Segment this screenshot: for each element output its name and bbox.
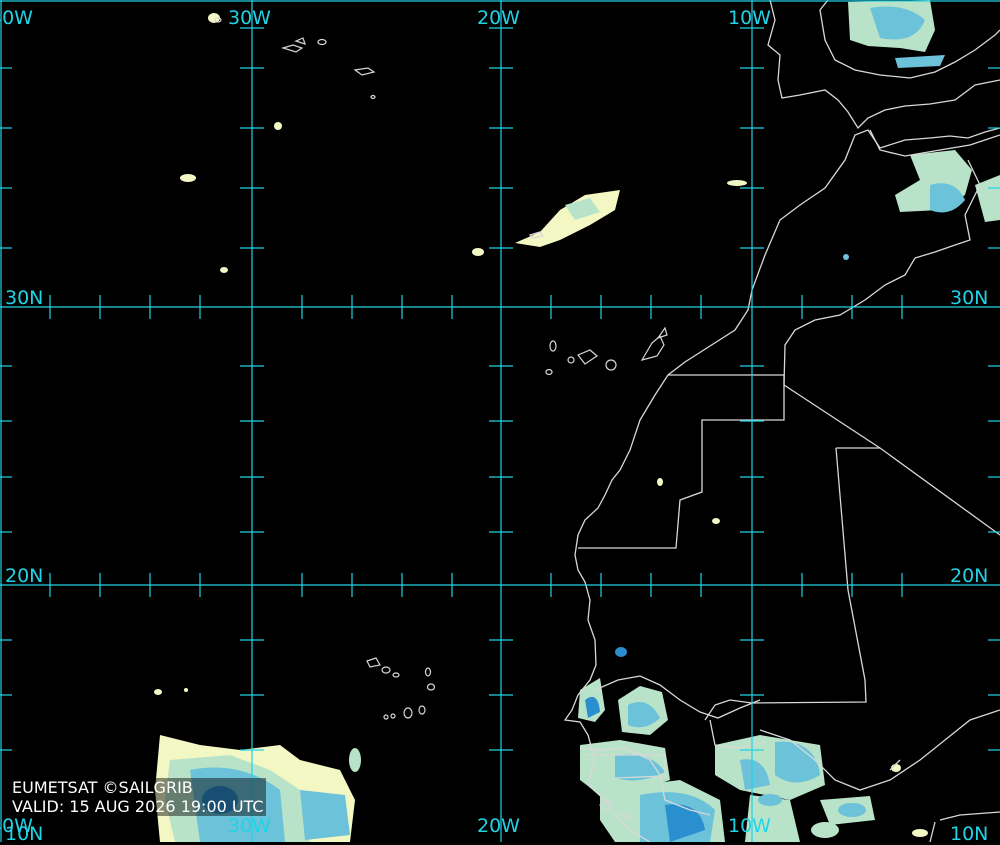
longitude-label-10w-top: 10W (728, 7, 771, 29)
longitude-label-30w-bottom: 30W (228, 815, 271, 837)
longitude-label-20w-top: 20W (477, 7, 520, 29)
longitude-label-10w-bottom: 10W (728, 815, 771, 837)
latitude-label-10n-left: 10N (5, 823, 44, 845)
valid-time: VALID: 15 AUG 2026 19:00 UTC (10, 797, 266, 816)
satellite-map (0, 0, 1000, 842)
latitude-label-10n-right: 10N (950, 823, 989, 845)
longitude-label-20w-bottom: 20W (477, 815, 520, 837)
latitude-label-30n-right: 30N (950, 287, 989, 309)
longitude-label-30w-top: 30W (228, 7, 271, 29)
latitude-label-20n-right: 20N (950, 565, 989, 587)
source-credit: EUMETSAT ©SAILGRIB (10, 778, 266, 797)
latitude-label-20n-left: 20N (5, 565, 44, 587)
longitude-label-40w-top: 40W (0, 7, 33, 29)
latitude-label-30n-left: 30N (5, 287, 44, 309)
image-credit: EUMETSAT ©SAILGRIB VALID: 15 AUG 2026 19… (10, 778, 266, 816)
